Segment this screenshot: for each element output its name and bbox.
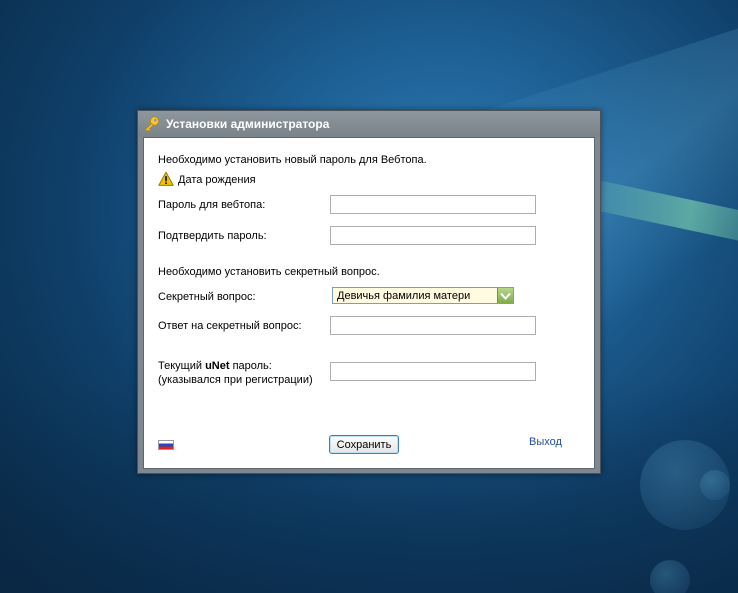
unet-password-label: Текущий uNet пароль: [158, 360, 272, 372]
admin-settings-dialog: Установки администратора Необходимо уста… [137, 110, 601, 474]
unet-password-hint: (указывался при регистрации) [158, 374, 313, 386]
secret-answer-label: Ответ на секретный вопрос: [158, 320, 302, 332]
webtop-password-input[interactable] [330, 195, 536, 214]
key-icon [143, 115, 161, 133]
unet-password-input[interactable] [330, 362, 536, 381]
desktop-bubble [650, 560, 690, 593]
desktop-background: Установки администратора Необходимо уста… [0, 0, 738, 593]
secret-question-notice: Необходимо установить секретный вопрос. [158, 266, 380, 278]
warning-icon [158, 171, 174, 187]
secret-question-label: Секретный вопрос: [158, 291, 256, 303]
unet-label-prefix: Текущий [158, 360, 206, 372]
unet-label-suffix: пароль: [229, 360, 272, 372]
webtop-password-label: Пароль для вебтопа: [158, 199, 266, 211]
unet-brand: uNet [205, 360, 230, 372]
confirm-password-label: Подтвердить пароль: [158, 230, 267, 242]
secret-question-select[interactable]: Девичья фамилия матери [332, 287, 514, 304]
save-button[interactable]: Сохранить [329, 435, 399, 454]
dialog-content: Необходимо установить новый пароль для В… [143, 137, 595, 469]
warning-text: Дата рождения [178, 174, 256, 186]
dialog-title: Установки администратора [166, 117, 330, 131]
password-notice: Необходимо установить новый пароль для В… [158, 154, 427, 166]
chevron-down-icon[interactable] [497, 288, 513, 303]
desktop-bubble [700, 470, 730, 500]
confirm-password-input[interactable] [330, 226, 536, 245]
secret-answer-input[interactable] [330, 316, 536, 335]
secret-question-selected: Девичья фамилия матери [337, 289, 471, 302]
exit-link[interactable]: Выход [529, 436, 562, 448]
dialog-titlebar[interactable]: Установки администратора [138, 111, 600, 137]
russian-flag-icon[interactable] [158, 440, 174, 450]
